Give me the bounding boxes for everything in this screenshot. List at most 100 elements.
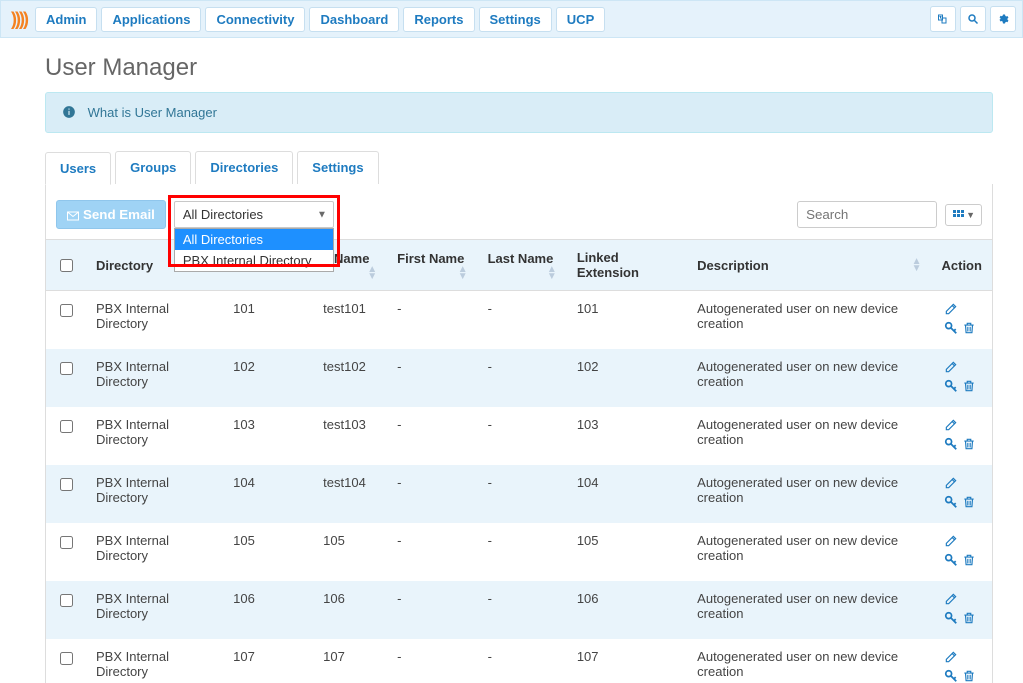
cell-description: Autogenerated user on new device creatio… <box>687 523 931 581</box>
th-description[interactable]: Description▲▼ <box>687 240 931 291</box>
key-icon[interactable] <box>944 553 958 567</box>
edit-icon[interactable] <box>944 476 958 490</box>
trash-icon[interactable] <box>962 437 976 451</box>
cell-username: 102 <box>223 349 313 407</box>
cell-description: Autogenerated user on new device creatio… <box>687 465 931 523</box>
cell-directory: PBX Internal Directory <box>86 523 223 581</box>
search-icon[interactable] <box>960 6 986 32</box>
tab-settings[interactable]: Settings <box>297 151 378 184</box>
table-row: PBX Internal Directory107107--107Autogen… <box>46 639 992 683</box>
tab-directories[interactable]: Directories <box>195 151 293 184</box>
trash-icon[interactable] <box>962 321 976 335</box>
cell-last-name: - <box>478 349 567 407</box>
send-email-button[interactable]: Send Email <box>56 200 166 229</box>
cell-first-name: - <box>387 523 477 581</box>
directory-option-pbx-internal[interactable]: PBX Internal Directory <box>175 250 333 271</box>
th-last-name[interactable]: Last Name▲▼ <box>478 240 567 291</box>
nav-reports[interactable]: Reports <box>403 7 474 32</box>
cell-linked-ext: 103 <box>567 407 687 465</box>
caret-down-icon: ▼ <box>966 210 975 220</box>
page-title: User Manager <box>45 54 993 82</box>
chevron-down-icon: ▼ <box>317 209 327 220</box>
key-icon[interactable] <box>944 379 958 393</box>
row-checkbox[interactable] <box>60 536 73 549</box>
send-email-label: Send Email <box>83 207 155 222</box>
nav-dashboard[interactable]: Dashboard <box>309 7 399 32</box>
gear-icon[interactable] <box>990 6 1016 32</box>
cell-directory: PBX Internal Directory <box>86 407 223 465</box>
info-banner[interactable]: What is User Manager <box>45 92 993 133</box>
nav-applications[interactable]: Applications <box>101 7 201 32</box>
th-linked-extension[interactable]: Linked Extension <box>567 240 687 291</box>
trash-icon[interactable] <box>962 495 976 509</box>
columns-toggle-button[interactable]: ▼ <box>945 204 982 226</box>
cell-directory: PBX Internal Directory <box>86 291 223 350</box>
nav-ucp[interactable]: UCP <box>556 7 605 32</box>
users-panel: Send Email All Directories ▼ All Directo… <box>45 184 993 683</box>
cell-display-name: 105 <box>313 523 387 581</box>
trash-icon[interactable] <box>962 611 976 625</box>
cell-directory: PBX Internal Directory <box>86 639 223 683</box>
nav-settings[interactable]: Settings <box>479 7 552 32</box>
th-first-name[interactable]: First Name▲▼ <box>387 240 477 291</box>
table-row: PBX Internal Directory103test103--103Aut… <box>46 407 992 465</box>
cell-directory: PBX Internal Directory <box>86 349 223 407</box>
row-checkbox[interactable] <box>60 594 73 607</box>
cell-description: Autogenerated user on new device creatio… <box>687 581 931 639</box>
cell-description: Autogenerated user on new device creatio… <box>687 407 931 465</box>
cell-last-name: - <box>478 291 567 350</box>
cell-directory: PBX Internal Directory <box>86 581 223 639</box>
row-checkbox[interactable] <box>60 362 73 375</box>
cell-directory: PBX Internal Directory <box>86 465 223 523</box>
key-icon[interactable] <box>944 669 958 683</box>
directory-filter-select[interactable]: All Directories ▼ <box>174 201 334 228</box>
nav-connectivity[interactable]: Connectivity <box>205 7 305 32</box>
cell-last-name: - <box>478 581 567 639</box>
directory-filter-options: All Directories PBX Internal Directory <box>174 228 334 272</box>
select-all-checkbox[interactable] <box>60 259 73 272</box>
tab-groups[interactable]: Groups <box>115 151 191 184</box>
edit-icon[interactable] <box>944 302 958 316</box>
tabs: Users Groups Directories Settings <box>45 151 993 185</box>
trash-icon[interactable] <box>962 553 976 567</box>
cell-description: Autogenerated user on new device creatio… <box>687 639 931 683</box>
language-icon[interactable] <box>930 6 956 32</box>
edit-icon[interactable] <box>944 592 958 606</box>
cell-actions <box>932 349 993 407</box>
key-icon[interactable] <box>944 495 958 509</box>
directory-filter: All Directories ▼ All Directories PBX In… <box>174 201 334 228</box>
key-icon[interactable] <box>944 437 958 451</box>
toolbar: Send Email All Directories ▼ All Directo… <box>46 200 992 239</box>
edit-icon[interactable] <box>944 534 958 548</box>
users-table: Directory ▲▼ y Name▲▼ First Name▲▼ Last … <box>46 239 992 683</box>
cell-linked-ext: 105 <box>567 523 687 581</box>
edit-icon[interactable] <box>944 418 958 432</box>
nav-admin[interactable]: Admin <box>35 7 97 32</box>
key-icon[interactable] <box>944 321 958 335</box>
table-row: PBX Internal Directory101test101--101Aut… <box>46 291 992 350</box>
edit-icon[interactable] <box>944 650 958 664</box>
trash-icon[interactable] <box>962 669 976 683</box>
search-input[interactable] <box>797 201 937 228</box>
cell-username: 101 <box>223 291 313 350</box>
row-checkbox[interactable] <box>60 478 73 491</box>
info-text: What is User Manager <box>88 105 217 120</box>
cell-linked-ext: 104 <box>567 465 687 523</box>
cell-display-name: 107 <box>313 639 387 683</box>
info-icon <box>62 105 76 120</box>
trash-icon[interactable] <box>962 379 976 393</box>
row-checkbox[interactable] <box>60 652 73 665</box>
row-checkbox[interactable] <box>60 420 73 433</box>
row-checkbox[interactable] <box>60 304 73 317</box>
edit-icon[interactable] <box>944 360 958 374</box>
logo: )))) <box>7 9 31 30</box>
top-nav: )))) Admin Applications Connectivity Das… <box>0 0 1023 38</box>
tab-users[interactable]: Users <box>45 152 111 185</box>
cell-actions <box>932 465 993 523</box>
key-icon[interactable] <box>944 611 958 625</box>
sort-icon: ▲▼ <box>458 266 468 280</box>
th-select-all <box>46 240 86 291</box>
directory-option-all[interactable]: All Directories <box>175 229 333 250</box>
envelope-icon <box>67 211 79 221</box>
cell-last-name: - <box>478 523 567 581</box>
